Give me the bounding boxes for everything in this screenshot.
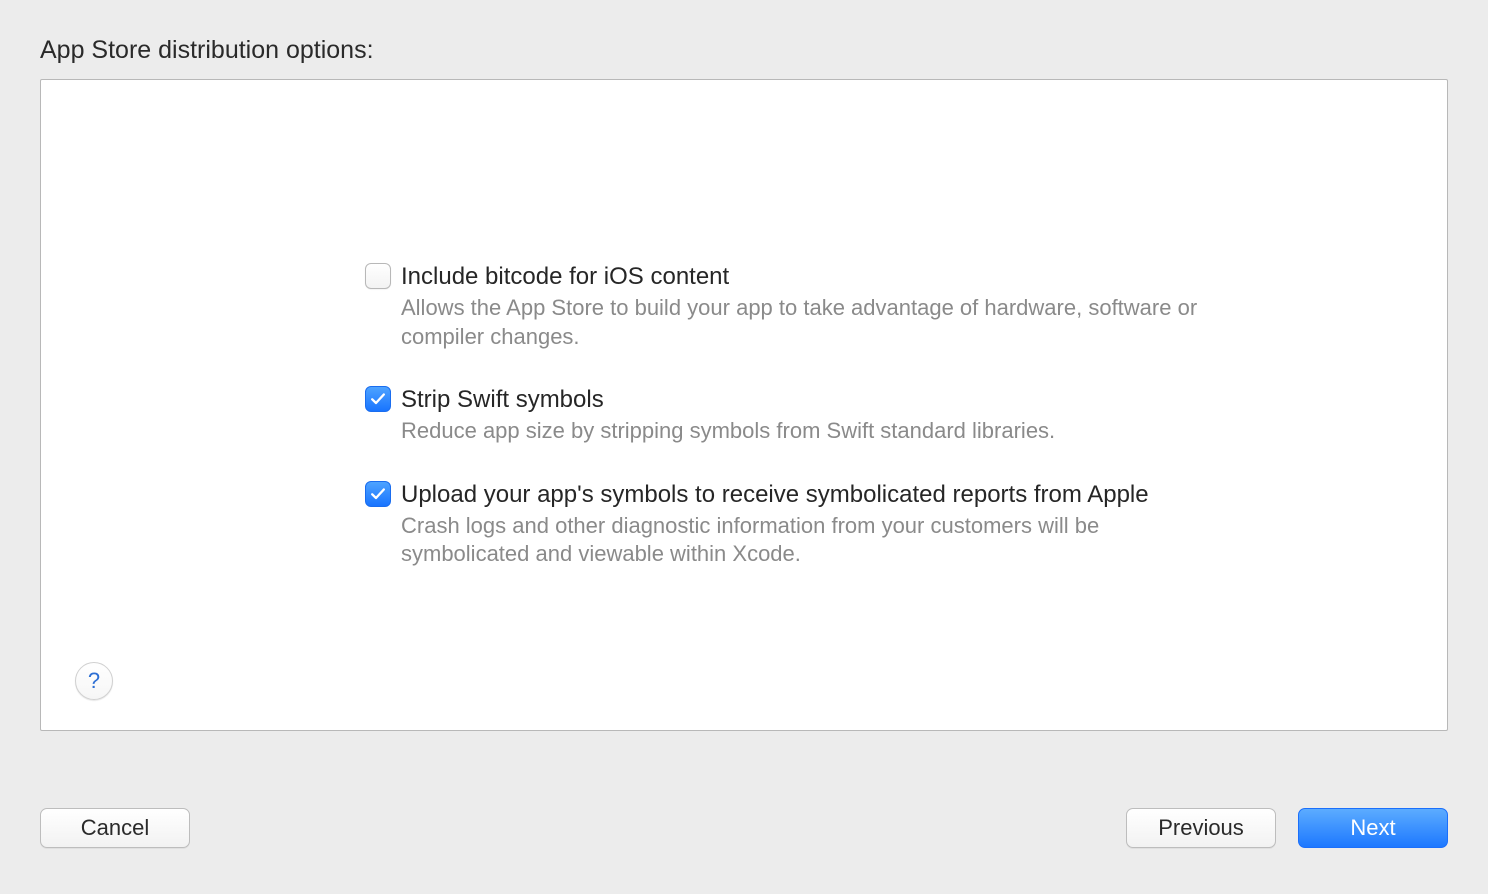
option-upload-symbols: Upload your app's symbols to receive sym… <box>365 480 1225 569</box>
checkbox-include-bitcode[interactable] <box>365 263 391 289</box>
option-description: Reduce app size by stripping symbols fro… <box>401 417 1225 446</box>
checkmark-icon <box>370 486 386 502</box>
option-strip-swift-symbols: Strip Swift symbols Reduce app size by s… <box>365 385 1225 446</box>
help-icon: ? <box>88 668 100 694</box>
page-title: App Store distribution options: <box>40 36 1448 65</box>
button-row: Cancel Previous Next <box>40 808 1448 848</box>
button-label: Previous <box>1158 815 1244 841</box>
checkbox-upload-symbols[interactable] <box>365 481 391 507</box>
button-label: Cancel <box>81 815 149 841</box>
button-label: Next <box>1350 815 1395 841</box>
option-label: Include bitcode for iOS content <box>401 262 1225 292</box>
cancel-button[interactable]: Cancel <box>40 808 190 848</box>
option-description: Allows the App Store to build your app t… <box>401 294 1225 351</box>
option-include-bitcode: Include bitcode for iOS content Allows t… <box>365 262 1225 351</box>
next-button[interactable]: Next <box>1298 808 1448 848</box>
option-label: Strip Swift symbols <box>401 385 1225 415</box>
option-text: Include bitcode for iOS content Allows t… <box>401 262 1225 351</box>
option-text: Upload your app's symbols to receive sym… <box>401 480 1225 569</box>
previous-button[interactable]: Previous <box>1126 808 1276 848</box>
option-label: Upload your app's symbols to receive sym… <box>401 480 1225 510</box>
option-description: Crash logs and other diagnostic informat… <box>401 512 1225 569</box>
options-panel: Include bitcode for iOS content Allows t… <box>40 79 1448 731</box>
distribution-options-dialog: App Store distribution options: Include … <box>0 0 1488 894</box>
options-list: Include bitcode for iOS content Allows t… <box>365 262 1225 603</box>
option-text: Strip Swift symbols Reduce app size by s… <box>401 385 1225 446</box>
help-button[interactable]: ? <box>75 662 113 700</box>
checkmark-icon <box>370 391 386 407</box>
checkbox-strip-swift-symbols[interactable] <box>365 386 391 412</box>
